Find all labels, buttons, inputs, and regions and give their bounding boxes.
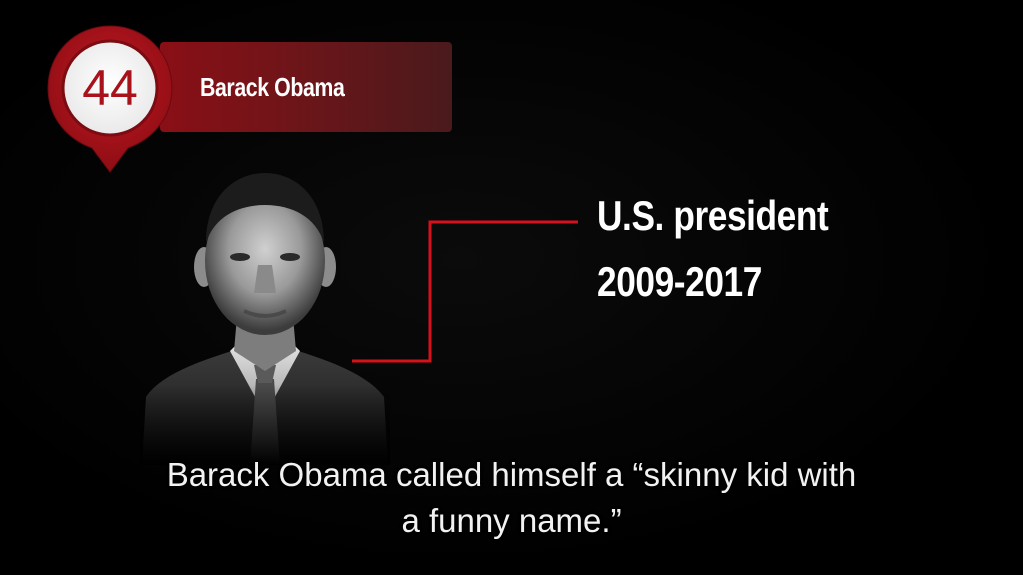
person-name: Barack Obama: [200, 72, 345, 102]
caption-line-1: Barack Obama called himself a “skinny ki…: [166, 456, 857, 493]
caption-line-2: a funny name.”: [401, 502, 622, 539]
rank-pin-icon: 44: [44, 22, 176, 174]
portrait-image: [140, 165, 390, 465]
rank-number: 44: [82, 60, 138, 116]
name-banner: Barack Obama: [160, 42, 452, 132]
caption-subtitle: Barack Obama called himself a “skinny ki…: [60, 452, 963, 544]
video-frame: Barack Obama 44 U.S. president 2009-2017…: [0, 0, 1023, 575]
role-label: U.S. president: [597, 192, 829, 239]
term-years-label: 2009-2017: [597, 258, 762, 305]
